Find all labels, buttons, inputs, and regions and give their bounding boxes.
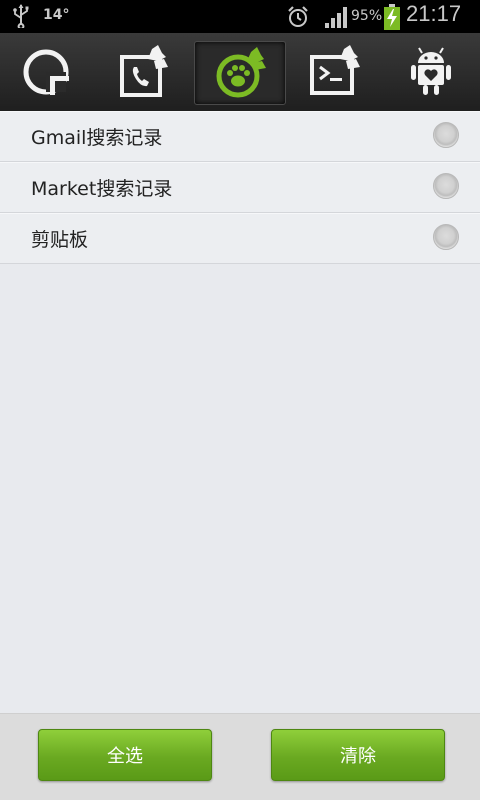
list-item-gmail-search[interactable]: Gmail搜索记录 bbox=[0, 111, 480, 162]
clean-item-list: Gmail搜索记录 Market搜索记录 剪贴板 bbox=[0, 111, 480, 264]
list-item-label: Market搜索记录 bbox=[31, 178, 173, 200]
paw-clean-icon bbox=[216, 47, 266, 98]
select-all-button[interactable]: 全选 bbox=[38, 729, 212, 781]
clear-button[interactable]: 清除 bbox=[271, 729, 445, 781]
bottom-action-bar: 全选 清除 bbox=[0, 713, 480, 800]
pie-chart-icon bbox=[23, 49, 69, 95]
radio-button[interactable] bbox=[433, 173, 459, 199]
clock: 21:17 bbox=[406, 1, 462, 26]
alarm-icon bbox=[288, 6, 308, 27]
status-bar: 14° 95% 21:17 bbox=[0, 0, 480, 33]
signal-icon bbox=[325, 7, 347, 28]
tab-call-log[interactable] bbox=[98, 41, 188, 103]
tab-android[interactable] bbox=[386, 41, 476, 103]
radio-button[interactable] bbox=[433, 122, 459, 148]
android-heart-icon bbox=[411, 47, 451, 95]
list-item-clipboard[interactable]: 剪贴板 bbox=[0, 213, 480, 264]
top-toolbar bbox=[0, 33, 480, 112]
tab-privacy-clean[interactable] bbox=[194, 41, 286, 105]
list-item-label: 剪贴板 bbox=[31, 229, 89, 251]
usb-icon bbox=[13, 4, 29, 28]
radio-button[interactable] bbox=[433, 224, 459, 250]
tab-terminal[interactable] bbox=[290, 41, 380, 103]
battery-charging-icon bbox=[384, 4, 400, 30]
list-item-market-search[interactable]: Market搜索记录 bbox=[0, 162, 480, 213]
list-item-label: Gmail搜索记录 bbox=[31, 127, 163, 149]
terminal-clean-icon bbox=[310, 45, 360, 95]
call-log-clean-icon bbox=[120, 45, 168, 97]
battery-percent: 95% bbox=[351, 8, 383, 24]
tab-overview[interactable] bbox=[3, 41, 93, 103]
temperature-text: 14° bbox=[43, 7, 70, 23]
